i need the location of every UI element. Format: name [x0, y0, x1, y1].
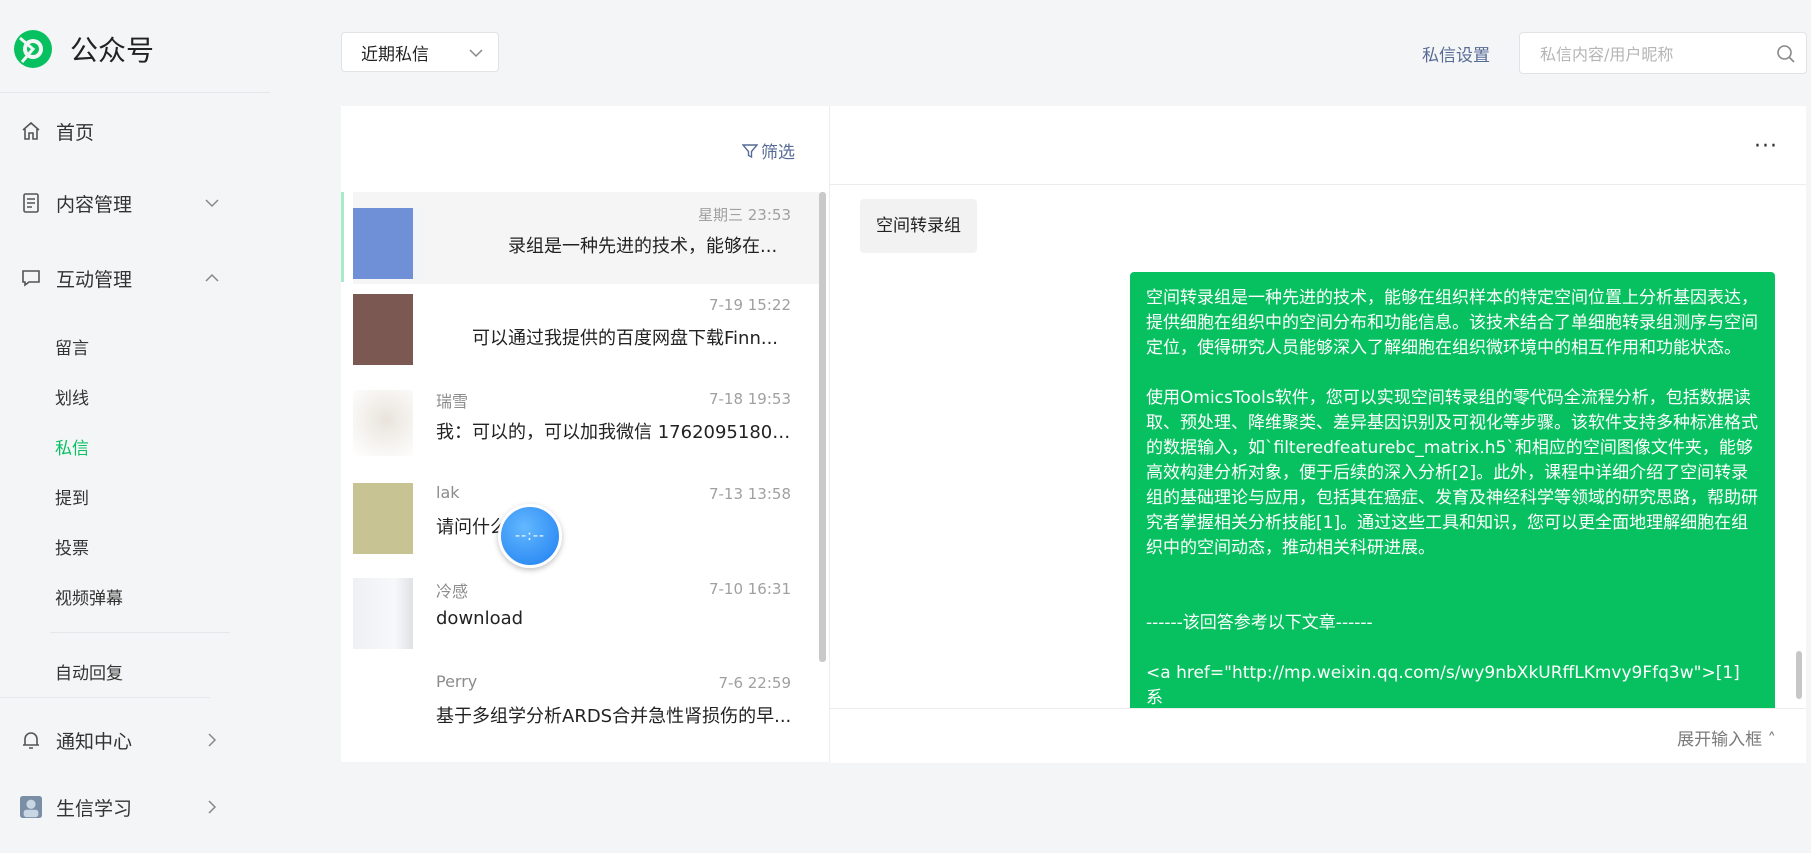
- chat-scrollbar[interactable]: [1796, 651, 1802, 699]
- document-icon: [20, 192, 42, 214]
- message-period-value: 近期私信: [361, 44, 429, 65]
- chat-window: ··· 空间转录组 空间转录组是一种先进的技术，能够在组织样本的特定空间位置上分…: [830, 106, 1806, 763]
- conversation-row[interactable]: 冷感 7-10 16:31 download: [353, 568, 819, 660]
- chat-header: ···: [830, 106, 1806, 185]
- nav-auto-reply[interactable]: 自动回复: [55, 659, 123, 684]
- incoming-message: 空间转录组: [860, 199, 977, 253]
- conversation-row[interactable]: Perry 7-6 22:59 基于多组学分析ARDS合并急性肾损伤的早...: [353, 662, 819, 754]
- conversation-name: 瑞雪: [436, 392, 469, 411]
- search-icon[interactable]: [1776, 44, 1796, 64]
- nav-interaction-label: 互动管理: [56, 268, 133, 291]
- wechat-logo-icon: [12, 28, 54, 70]
- brand-name: 公众号: [70, 34, 155, 67]
- divider: [0, 697, 210, 698]
- chevron-right-icon: [204, 732, 220, 748]
- nav-account[interactable]: 生信学习: [0, 787, 240, 827]
- nav-account-label: 生信学习: [56, 797, 133, 820]
- conversation-time: 7-10 16:31: [708, 580, 791, 598]
- outgoing-message-text: 空间转录组是一种先进的技术，能够在组织样本的特定空间位置上分析基因表达，提供细胞…: [1146, 288, 1758, 708]
- expand-input-button[interactable]: 展开输入框 ˄: [1677, 725, 1776, 750]
- conversation-time: 7-18 19:53: [708, 390, 791, 408]
- nav-sub-votes[interactable]: 投票: [55, 534, 89, 559]
- divider: [50, 632, 230, 633]
- floating-timer-bubble[interactable]: --:--: [498, 504, 562, 568]
- chat-bubble-icon: [20, 267, 42, 289]
- expand-input-label: 展开输入框: [1677, 730, 1763, 750]
- conversation-name: Perry: [436, 672, 478, 691]
- sidebar: 公众号 首页 内容管理 互动管理 留言 划线 私信 提到 投票 视频弹幕 自动回…: [0, 0, 270, 853]
- messages-panel: 筛选 星期三 23:53 录组是一种先进的技术，能够在... 7-19 15:2…: [341, 106, 1806, 763]
- nav-home-label: 首页: [56, 121, 95, 144]
- avatar: [353, 578, 413, 649]
- conversation-name: lak: [436, 483, 460, 502]
- avatar: [353, 483, 413, 554]
- home-icon: [20, 120, 42, 142]
- conversation-row[interactable]: 瑞雪 7-18 19:53 我：可以的，可以加我微信 17620951804 .…: [353, 378, 819, 470]
- message-period-select[interactable]: 近期私信: [341, 32, 499, 72]
- avatar: [353, 672, 413, 743]
- chevron-up-icon: ˄: [1762, 730, 1776, 750]
- chevron-down-icon: [468, 45, 484, 61]
- account-avatar: [20, 796, 42, 818]
- conversation-time: 7-6 22:59: [718, 674, 792, 692]
- nav-content-management[interactable]: 内容管理: [0, 183, 240, 223]
- divider: [0, 92, 270, 93]
- avatar: [353, 294, 413, 365]
- conversation-preview: 我：可以的，可以加我微信 17620951804 ...: [436, 422, 792, 443]
- avatar: [353, 390, 413, 456]
- conversation-preview: 录组是一种先进的技术，能够在...: [508, 236, 778, 257]
- nav-sub-mentions[interactable]: 提到: [55, 484, 89, 509]
- chevron-down-icon: [204, 195, 220, 211]
- filter-label: 筛选: [761, 143, 795, 163]
- nav-home[interactable]: 首页: [0, 111, 240, 151]
- bell-icon: [20, 729, 42, 751]
- filter-icon: [741, 143, 759, 159]
- conversation-time: 星期三 23:53: [698, 206, 791, 224]
- conversation-list-scrollbar[interactable]: [819, 192, 826, 662]
- conversation-preview: download: [436, 608, 524, 629]
- chevron-right-icon: [204, 799, 220, 815]
- search-box: [1519, 32, 1807, 74]
- conversation-time: 7-13 13:58: [708, 485, 791, 503]
- conversation-name: 冷感: [436, 582, 469, 601]
- conversation-preview: 请问什么: [436, 517, 508, 538]
- filter-button[interactable]: 筛选: [741, 138, 795, 163]
- nav-sub-comments[interactable]: 留言: [55, 334, 89, 359]
- nav-content-label: 内容管理: [56, 193, 133, 216]
- brand-logo[interactable]: 公众号: [12, 28, 154, 70]
- conversation-row[interactable]: 星期三 23:53 录组是一种先进的技术，能够在...: [353, 192, 819, 284]
- chevron-up-icon: [204, 270, 220, 286]
- message-settings-link[interactable]: 私信设置: [1422, 41, 1490, 66]
- nav-sub-messages[interactable]: 私信: [55, 434, 89, 459]
- input-bar: 展开输入框 ˄: [830, 708, 1806, 763]
- selection-indicator: [341, 192, 344, 282]
- avatar: [353, 208, 424, 279]
- conversation-list-header: 筛选: [341, 106, 829, 192]
- conversation-list: 筛选 星期三 23:53 录组是一种先进的技术，能够在... 7-19 15:2…: [341, 106, 830, 762]
- conversation-preview: 可以通过我提供的百度网盘下载Finn...: [472, 328, 779, 349]
- outgoing-message: 空间转录组是一种先进的技术，能够在组织样本的特定空间位置上分析基因表达，提供细胞…: [1130, 272, 1775, 724]
- nav-notifications[interactable]: 通知中心: [0, 720, 240, 760]
- conversation-preview: 基于多组学分析ARDS合并急性肾损伤的早...: [436, 706, 792, 727]
- conversation-time: 7-19 15:22: [708, 296, 791, 314]
- nav-sub-highlights[interactable]: 划线: [55, 384, 89, 409]
- conversation-row[interactable]: 7-19 15:22 可以通过我提供的百度网盘下载Finn...: [353, 284, 819, 376]
- conversation-row[interactable]: lak 7-13 13:58 请问什么: [353, 473, 819, 565]
- search-input[interactable]: [1538, 42, 1762, 66]
- nav-notifications-label: 通知中心: [56, 730, 133, 753]
- more-options-button[interactable]: ···: [1754, 134, 1778, 159]
- nav-interaction-management[interactable]: 互动管理: [0, 258, 240, 298]
- nav-sub-video-danmaku[interactable]: 视频弹幕: [55, 584, 123, 609]
